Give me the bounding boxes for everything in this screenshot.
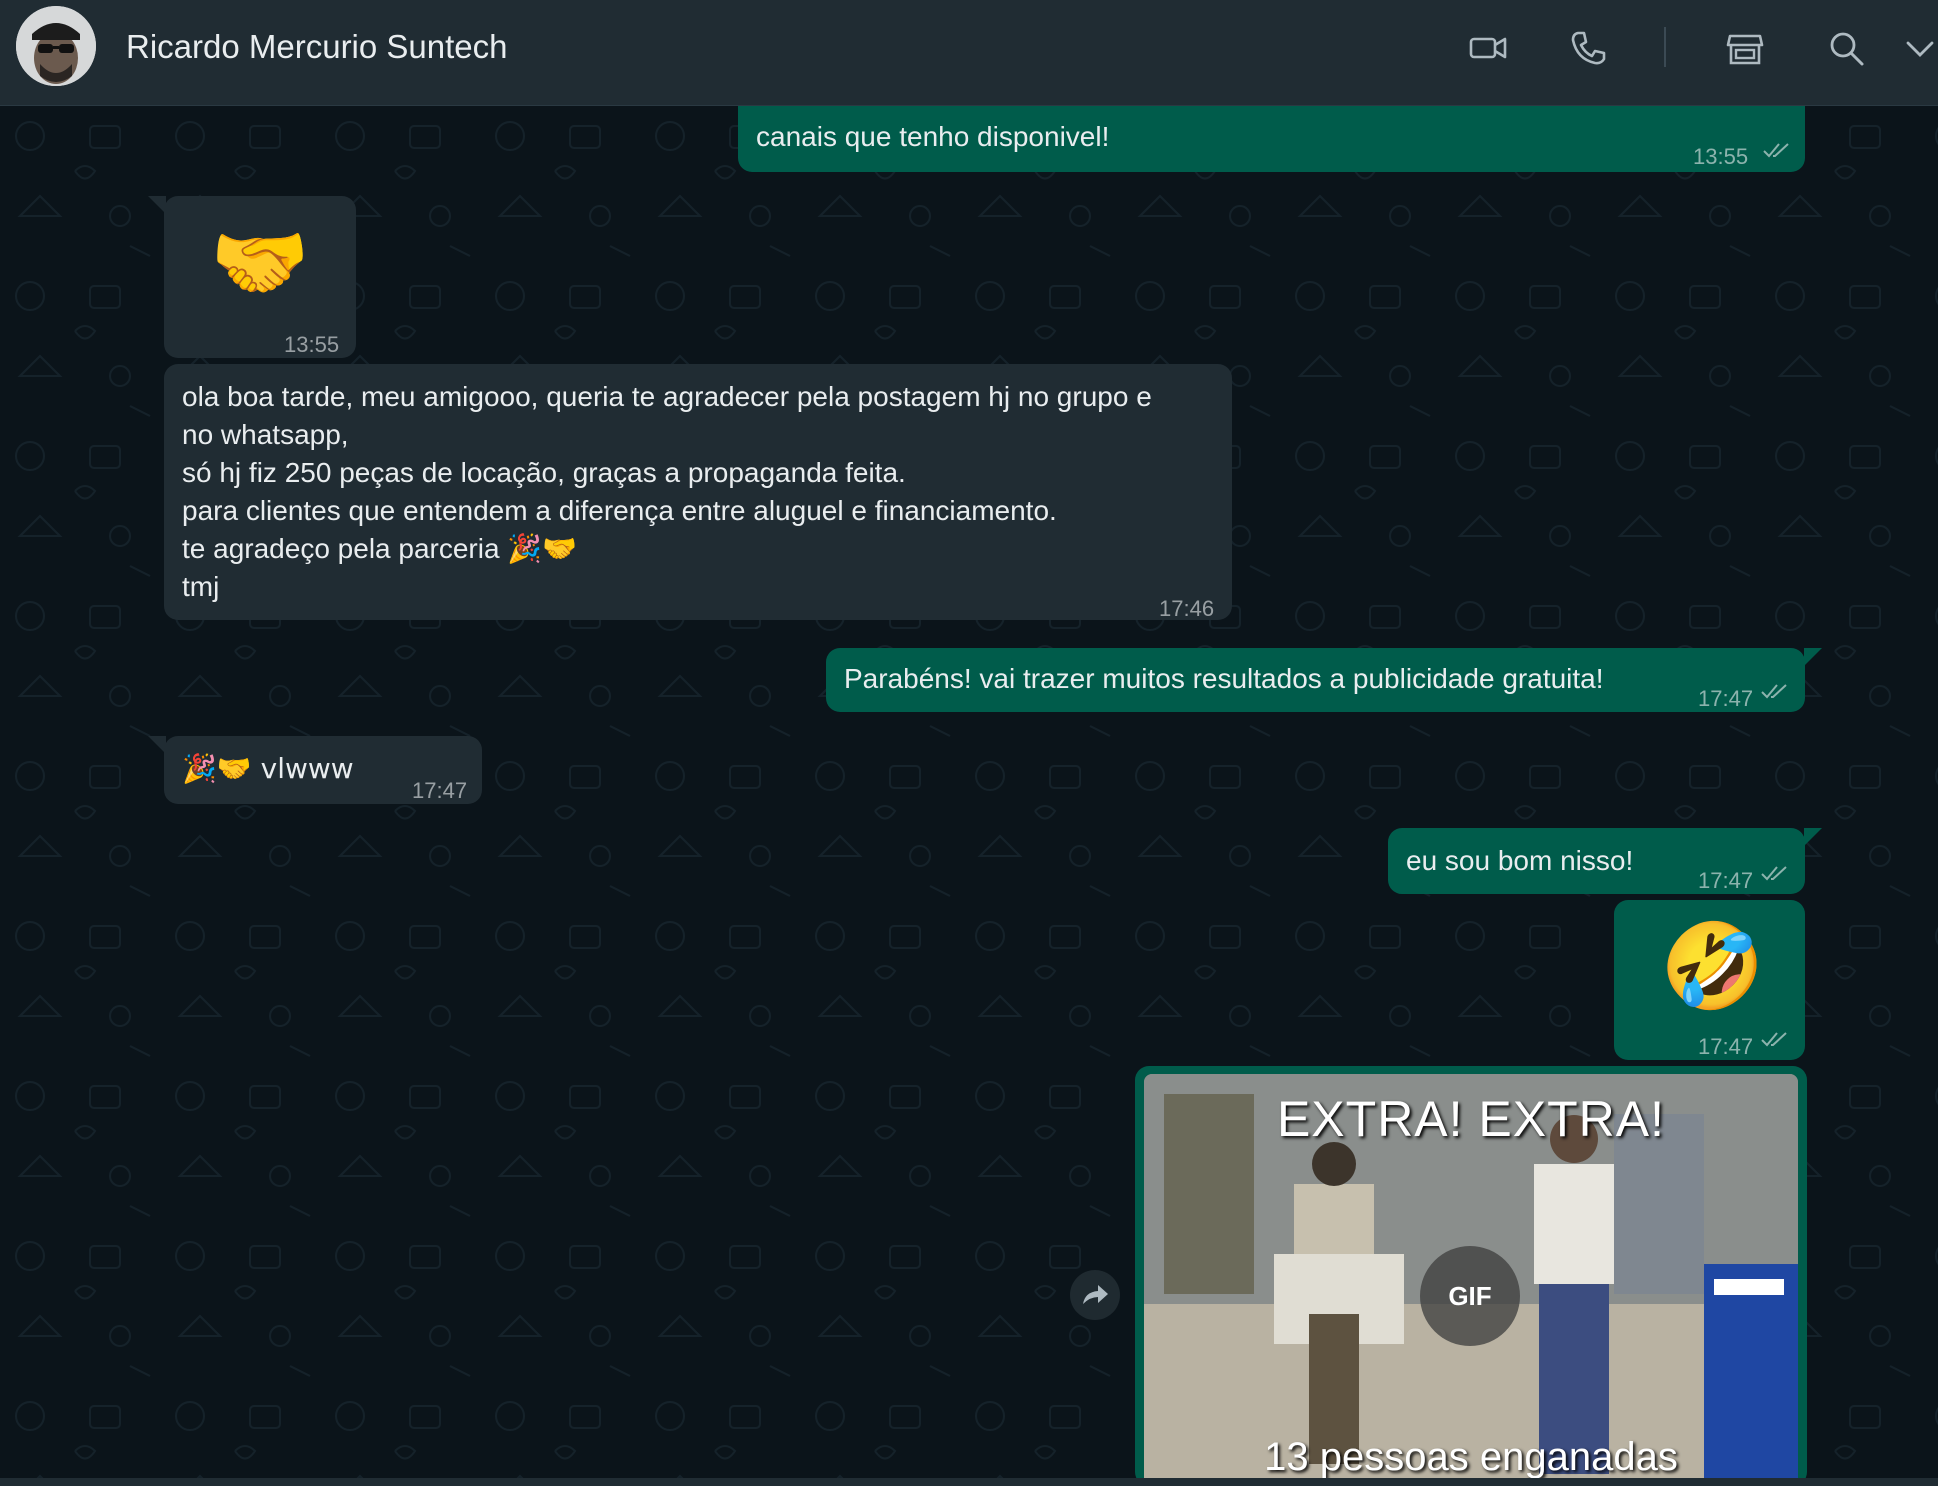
message-time: 13:55 <box>1693 144 1749 169</box>
message-bubble-incoming[interactable]: ola boa tarde, meu amigooo, queria te ag… <box>164 364 1232 621</box>
forward-button[interactable] <box>1070 1270 1120 1320</box>
read-receipt-icon <box>1763 143 1789 158</box>
message-time: 17:47 <box>1698 686 1754 711</box>
rolling-laughing-emoji: 🤣 <box>1660 917 1765 1015</box>
message-line: tmj <box>182 571 220 602</box>
message-bubble-incoming[interactable]: 🤝 13:55 <box>164 196 356 358</box>
forward-icon <box>1083 1285 1108 1304</box>
message-text: canais que tenho disponivel! <box>756 121 1110 152</box>
contact-avatar[interactable] <box>16 6 96 86</box>
message-line: só hj fiz 250 peças de locação, graças a… <box>182 457 906 488</box>
chevron-down-icon[interactable] <box>1900 28 1938 68</box>
message-time: 17:47 <box>412 778 468 803</box>
message-time: 13:55 <box>284 332 340 357</box>
shop-icon[interactable] <box>1725 28 1765 68</box>
handshake-emoji: 🤝 <box>210 216 310 309</box>
message-line: te agradeço pela parceria 🎉🤝 <box>182 533 578 564</box>
read-receipt-icon <box>1761 866 1787 881</box>
bubble-tail <box>1804 828 1822 846</box>
header-divider <box>1664 27 1666 67</box>
gif-image[interactable]: EXTRA! EXTRA! 13 pessoas enganadas GIF <box>1144 1074 1798 1486</box>
message-bubble-outgoing[interactable]: eu sou bom nisso! 17:47 <box>1388 828 1805 894</box>
search-icon[interactable] <box>1826 28 1866 68</box>
gif-play-button[interactable]: GIF <box>1420 1246 1520 1346</box>
read-receipt-icon <box>1761 684 1787 699</box>
bottom-border <box>0 1478 1938 1486</box>
message-text: 🎉🤝 vlwww <box>182 752 354 785</box>
message-time: 17:46 <box>1159 596 1215 621</box>
message-text: Parabéns! vai trazer muitos resultados a… <box>844 663 1604 694</box>
gif-caption-top: EXTRA! EXTRA! <box>1276 1091 1666 1147</box>
message-bubble-incoming[interactable]: 🎉🤝 vlwww 17:47 <box>164 736 482 804</box>
message-bubble-outgoing[interactable]: Parabéns! vai trazer muitos resultados a… <box>826 648 1805 712</box>
bubble-tail <box>1804 648 1822 666</box>
message-text: eu sou bom nisso! <box>1406 845 1634 876</box>
message-time: 17:47 <box>1698 1034 1754 1059</box>
contact-name[interactable]: Ricardo Mercurio Suntech <box>126 28 508 66</box>
chat-header: Ricardo Mercurio Suntech <box>0 0 1938 106</box>
read-receipt-icon <box>1761 1032 1787 1047</box>
message-line: no whatsapp, <box>182 419 349 450</box>
message-bubble-outgoing[interactable]: 🤣 17:47 <box>1614 900 1805 1060</box>
message-time: 17:47 <box>1698 868 1754 893</box>
video-call-icon[interactable] <box>1468 28 1508 68</box>
gif-caption-bottom: 13 pessoas enganadas <box>1264 1435 1678 1479</box>
message-line: para clientes que entendem a diferença e… <box>182 495 1057 526</box>
voice-call-icon[interactable] <box>1568 28 1608 68</box>
message-line: ola boa tarde, meu amigooo, queria te ag… <box>182 381 1152 412</box>
